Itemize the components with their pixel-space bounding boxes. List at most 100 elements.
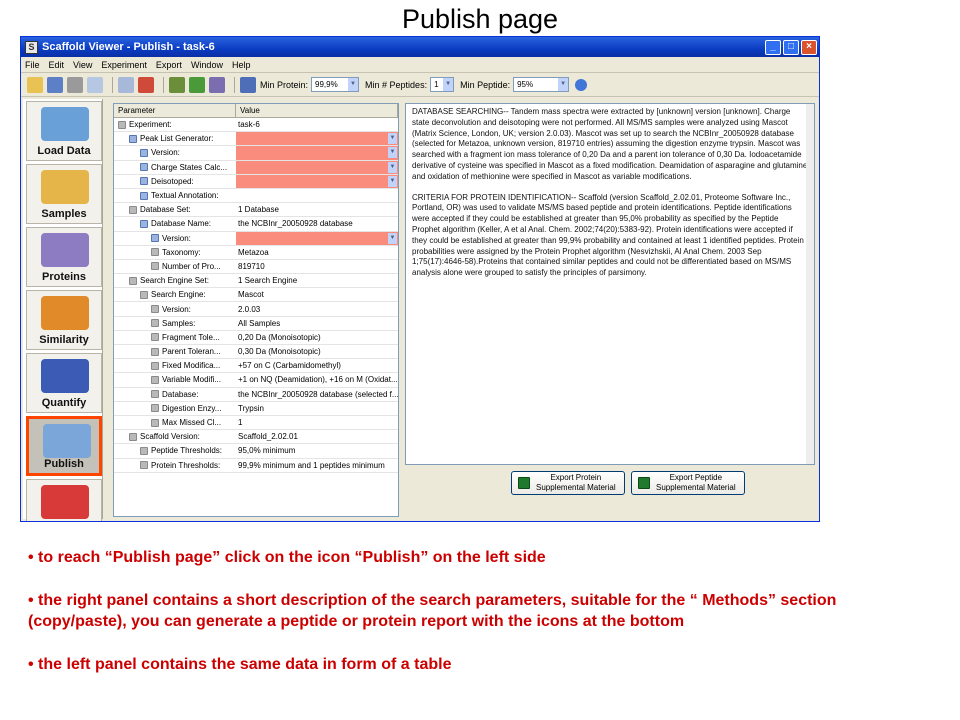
methods-scrollbar[interactable] — [806, 104, 814, 464]
table-row[interactable]: Charge States Calc... ▼ — [114, 160, 398, 175]
parameter-value: +57 on C (Carbamidomethyl) — [238, 361, 341, 371]
value-dropdown-missing[interactable]: ▼ — [236, 174, 398, 188]
nav-item-label: Samples — [41, 208, 87, 220]
copy-icon[interactable] — [118, 76, 134, 93]
table-row[interactable]: Textual Annotation: — [114, 189, 398, 204]
chevron-down-icon[interactable]: ▼ — [388, 147, 397, 159]
parameter-value: 1 Search Engine — [238, 276, 298, 286]
chevron-down-icon[interactable]: ▼ — [388, 232, 397, 244]
min-peptide-select[interactable]: 95% ▼ — [513, 77, 570, 92]
value-cell: 1 Database — [236, 203, 398, 216]
table-row[interactable]: Peak List Generator: ▼ — [114, 132, 398, 147]
value-cell: +57 on C (Carbamidomethyl) — [236, 359, 398, 372]
print-icon[interactable] — [67, 76, 83, 93]
parameter-cell: Protein Thresholds: — [114, 459, 236, 472]
menu-file[interactable]: File — [25, 60, 40, 70]
min-peptides-select[interactable]: 1 ▼ — [430, 77, 455, 92]
column-header-parameter[interactable]: Parameter — [114, 104, 236, 117]
close-icon[interactable]: × — [801, 39, 817, 55]
table-row[interactable]: Search Engine Set: 1 Search Engine — [114, 274, 398, 289]
delete-icon[interactable] — [138, 76, 154, 93]
menu-export[interactable]: Export — [156, 60, 182, 70]
lock-icon — [151, 361, 159, 370]
table-row[interactable]: Samples: All Samples — [114, 317, 398, 331]
table-row[interactable]: Search Engine: Mascot — [114, 288, 398, 303]
table-row[interactable]: Version: ▼ — [114, 146, 398, 161]
parameter-cell: Taxonomy: — [114, 246, 236, 259]
nav-item-proteins[interactable]: Proteins — [26, 227, 102, 287]
maximize-icon[interactable]: □ — [783, 39, 799, 55]
nav-item-publish[interactable]: Publish — [26, 416, 102, 476]
lock-icon — [151, 262, 159, 271]
parameter-cell: Database: — [114, 388, 236, 401]
export-protein-button[interactable]: Export Protein Supplemental Material — [511, 471, 625, 495]
value-cell: 95,0% minimum — [236, 444, 398, 457]
value-dropdown-missing[interactable]: ▼ — [236, 160, 398, 174]
window-titlebar[interactable]: S Scaffold Viewer - Publish - task-6 _ □… — [21, 37, 819, 57]
nav-item-quantify[interactable]: Quantify — [26, 353, 102, 413]
nav-item-similarity[interactable]: Similarity — [26, 290, 102, 350]
edit-pencil-icon — [129, 134, 137, 143]
menu-window[interactable]: Window — [191, 60, 223, 70]
parameter-name: Version: — [162, 233, 191, 243]
table-row[interactable]: Max Missed Cl... 1 — [114, 416, 398, 431]
table-row[interactable]: Variable Modifi... +1 on NQ (Deamidation)… — [114, 373, 398, 388]
table-row[interactable]: Protein Thresholds: 99,9% minimum and 1 p… — [114, 459, 398, 473]
min-protein-label: Min Protein: — [260, 79, 309, 90]
barcode-icon[interactable] — [169, 76, 185, 93]
table-row[interactable]: Version: ▼ — [114, 231, 398, 246]
table-row[interactable]: Peptide Thresholds: 95,0% minimum — [114, 444, 398, 459]
chevron-down-icon[interactable]: ▼ — [388, 161, 397, 173]
table-row[interactable]: Database Name: the NCBInr_20050928 databa… — [114, 217, 398, 232]
table-row[interactable]: Deisotoped: ▼ — [114, 174, 398, 189]
nav-item-label: Load Data — [37, 145, 91, 157]
table-row[interactable]: Number of Pro... 819710 — [114, 260, 398, 275]
table-row[interactable]: Parent Toleran... 0,30 Da (Monoisotopic) — [114, 345, 398, 360]
ms-icon[interactable] — [189, 76, 205, 93]
table-row[interactable]: Digestion Enzy... Trypsin — [114, 402, 398, 416]
table-row[interactable]: Taxonomy: Metazoa — [114, 246, 398, 260]
open-folder-icon[interactable] — [27, 76, 43, 93]
table-row[interactable]: Database: the NCBInr_20050928 database (s… — [114, 388, 398, 402]
similarity-icon — [41, 296, 89, 330]
nav-item-label: Quantify — [41, 397, 87, 409]
table-row[interactable]: Scaffold Version: Scaffold_2.02.01 — [114, 430, 398, 445]
excel-export-icon — [518, 477, 530, 489]
nav-item-samples[interactable]: Samples — [26, 164, 102, 224]
table-row[interactable]: Fixed Modifica... +57 on C (Carbamidometh… — [114, 359, 398, 374]
nav-item-label: Proteins — [41, 271, 86, 283]
methods-description-panel[interactable]: DATABASE SEARCHING-- Tandem mass spectra… — [405, 103, 815, 465]
filter-icon[interactable] — [209, 76, 225, 93]
nav-item-statistics[interactable] — [26, 479, 102, 521]
lock-icon — [151, 390, 159, 399]
table-row[interactable]: Version: 2.0.03 — [114, 302, 398, 317]
value-dropdown-missing[interactable]: ▼ — [236, 132, 398, 146]
parameter-name: Max Missed Cl... — [162, 418, 222, 428]
bar-chart-icon[interactable] — [240, 76, 256, 93]
value-dropdown-missing[interactable]: ▼ — [236, 231, 398, 245]
save-icon[interactable] — [47, 76, 63, 93]
chevron-down-icon[interactable]: ▼ — [388, 133, 397, 145]
nav-item-load-data[interactable]: Load Data — [26, 101, 102, 161]
table-row[interactable]: Database Set: 1 Database — [114, 203, 398, 218]
chevron-down-icon[interactable]: ▼ — [388, 175, 397, 187]
print-preview-icon[interactable] — [87, 76, 103, 93]
menu-experiment[interactable]: Experiment — [101, 60, 147, 70]
menu-view[interactable]: View — [73, 60, 92, 70]
menu-edit[interactable]: Edit — [49, 60, 65, 70]
value-dropdown-missing[interactable]: ▼ — [236, 146, 398, 160]
lock-icon — [151, 319, 159, 328]
table-row[interactable]: Fragment Tole... 0,20 Da (Monoisotopic) — [114, 331, 398, 345]
publish-icon — [43, 424, 91, 458]
table-row[interactable]: Experiment: task-6 — [114, 118, 398, 133]
minimize-icon[interactable]: _ — [765, 39, 781, 55]
min-protein-select[interactable]: 99,9% ▼ — [311, 77, 360, 92]
column-header-value[interactable]: Value — [236, 104, 398, 117]
lock-icon — [129, 276, 137, 285]
menu-help[interactable]: Help — [232, 60, 251, 70]
export-peptide-button[interactable]: Export Peptide Supplemental Material — [631, 471, 745, 495]
publish-parameter-table: Parameter Value Experiment: task-6 Peak Li… — [113, 103, 399, 517]
excel-export-icon — [638, 477, 650, 489]
help-icon[interactable] — [575, 78, 588, 91]
min-protein-value: 99,9% — [315, 80, 338, 89]
